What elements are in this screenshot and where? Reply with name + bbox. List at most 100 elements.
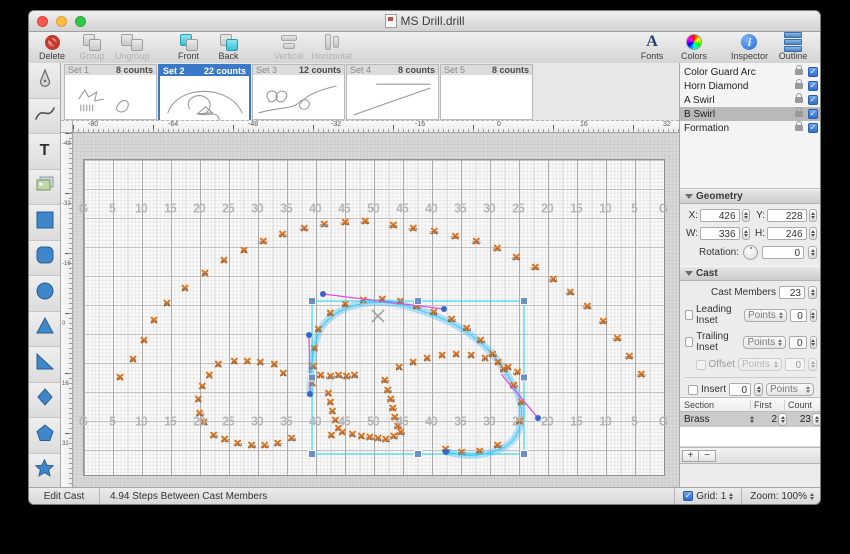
- yard-number: 45: [338, 414, 349, 429]
- star-tool[interactable]: [29, 454, 60, 490]
- yard-number: 40: [309, 201, 320, 216]
- layer-visible-checkbox[interactable]: ✓: [808, 123, 818, 133]
- lock-icon[interactable]: [795, 125, 803, 131]
- geometry-title: Geometry: [696, 191, 743, 202]
- insert-unit-popup[interactable]: Points: [766, 383, 814, 396]
- first-stepper[interactable]: [778, 413, 787, 426]
- toolbar-colors-button[interactable]: Colors: [677, 33, 711, 63]
- rotation-stepper[interactable]: [808, 246, 817, 259]
- inspector-sidebar: Color Guard Arc✓Horn Diamond✓A Swirl✓B S…: [679, 63, 821, 489]
- x-field[interactable]: 426: [700, 209, 740, 222]
- rotation-dial[interactable]: [743, 245, 758, 260]
- layer-visible-checkbox[interactable]: ✓: [808, 109, 818, 119]
- grid-stepper[interactable]: [729, 493, 733, 500]
- w-field[interactable]: 336: [700, 227, 740, 240]
- y-field[interactable]: 228: [767, 209, 807, 222]
- grid-checkbox[interactable]: ✓: [683, 491, 693, 501]
- offset-stepper[interactable]: [808, 358, 817, 371]
- leading-inset-checkbox[interactable]: [685, 310, 693, 320]
- grid-segment[interactable]: ✓ Grid: 1: [674, 488, 741, 504]
- drill-canvas[interactable]: -80-64-48-32-1601632 -48-32-1601632 G1G2…: [61, 121, 679, 489]
- zoom-button[interactable]: [75, 16, 86, 27]
- curve-tool[interactable]: [29, 99, 60, 135]
- canvas-view[interactable]: G1G2G3G4G5G6G7G8G9G10G11G12G13G14G15G16G…: [73, 133, 679, 489]
- lock-icon[interactable]: [795, 69, 803, 75]
- toolbar-outline-button[interactable]: Outline: [776, 33, 810, 63]
- table-row[interactable]: Brass 2 23: [680, 412, 821, 427]
- insert-field[interactable]: 0: [729, 383, 751, 396]
- toolbar-front-button[interactable]: Front: [172, 33, 206, 63]
- right-triangle-tool[interactable]: [29, 347, 60, 383]
- lock-icon[interactable]: [795, 83, 803, 89]
- lock-icon[interactable]: [795, 111, 803, 117]
- toolbar-fonts-button[interactable]: AFonts: [635, 33, 669, 63]
- offset-checkbox[interactable]: [696, 360, 706, 370]
- layer-visible-checkbox[interactable]: ✓: [808, 95, 818, 105]
- center-column: Set 18 countsSet 222 countsSet 312 count…: [61, 63, 679, 489]
- close-button[interactable]: [37, 16, 48, 27]
- diamond-tool[interactable]: [29, 383, 60, 419]
- trailing-inset-field[interactable]: 0: [789, 336, 806, 349]
- x-stepper[interactable]: [742, 209, 750, 222]
- ruler-label: -64: [168, 121, 178, 128]
- images-tool[interactable]: [29, 170, 60, 206]
- rotation-field[interactable]: 0: [762, 246, 804, 259]
- leading-inset-unit-popup[interactable]: Points: [744, 309, 787, 322]
- yard-number: 20: [541, 414, 552, 429]
- layer-row-horn-diamond[interactable]: Horn Diamond✓: [680, 79, 821, 93]
- minimize-button[interactable]: [56, 16, 67, 27]
- triangle-tool[interactable]: [29, 312, 60, 348]
- trailing-inset-checkbox[interactable]: [685, 337, 693, 347]
- geometry-section-header[interactable]: Geometry: [680, 189, 821, 204]
- set-card-5[interactable]: Set 58 counts: [440, 64, 533, 120]
- yard-number: G: [659, 414, 667, 429]
- leading-inset-stepper[interactable]: [810, 309, 817, 322]
- toolbar-inspector-button[interactable]: iInspector: [731, 33, 768, 63]
- count-stepper[interactable]: [812, 413, 821, 426]
- set-card-3[interactable]: Set 312 counts: [252, 64, 345, 120]
- set-card-4[interactable]: Set 48 counts: [346, 64, 439, 120]
- zoom-segment[interactable]: Zoom: 100%: [741, 488, 821, 504]
- set-card-2[interactable]: Set 222 counts: [158, 64, 251, 120]
- layer-visible-checkbox[interactable]: ✓: [808, 81, 818, 91]
- cast-members-label: Cast Members: [711, 287, 776, 298]
- count-value: 23: [800, 414, 811, 425]
- layer-row-a-swirl[interactable]: A Swirl✓: [680, 93, 821, 107]
- pentagon-tool[interactable]: [29, 418, 60, 454]
- h-field[interactable]: 246: [767, 227, 807, 240]
- square-tool[interactable]: [29, 205, 60, 241]
- y-stepper[interactable]: [809, 209, 817, 222]
- toolbar-back-button[interactable]: Back: [212, 33, 246, 63]
- offset-field[interactable]: 0: [785, 358, 805, 371]
- cast-members-stepper[interactable]: [808, 286, 817, 299]
- layer-row-b-swirl[interactable]: B Swirl✓: [680, 107, 821, 121]
- insert-checkbox[interactable]: [688, 385, 698, 395]
- trailing-inset-stepper[interactable]: [810, 336, 817, 349]
- leading-inset-field[interactable]: 0: [790, 309, 807, 322]
- edit-mode-segment[interactable]: Edit Cast: [29, 488, 100, 504]
- toolbar-ungroup-button: Ungroup: [115, 33, 150, 63]
- trailing-inset-unit-popup[interactable]: Points: [743, 336, 786, 349]
- add-section-button[interactable]: +: [682, 450, 699, 462]
- offset-unit-popup[interactable]: Points: [738, 358, 782, 371]
- set-card-1[interactable]: Set 18 counts: [64, 64, 157, 120]
- layer-row-color-guard-arc[interactable]: Color Guard Arc✓: [680, 65, 821, 79]
- rounded-square-tool[interactable]: [29, 241, 60, 277]
- remove-section-button[interactable]: −: [699, 450, 716, 462]
- cast-section-header[interactable]: Cast: [680, 266, 821, 281]
- w-stepper[interactable]: [742, 227, 750, 240]
- circle-tool[interactable]: [29, 276, 60, 312]
- layer-visible-checkbox[interactable]: ✓: [808, 67, 818, 77]
- zoom-stepper[interactable]: [810, 493, 814, 500]
- h-stepper[interactable]: [809, 227, 817, 240]
- lock-icon[interactable]: [795, 97, 803, 103]
- yard-number: G: [79, 414, 87, 429]
- yard-number: 5: [631, 201, 637, 216]
- yard-number: 15: [570, 201, 581, 216]
- toolbar-delete-button[interactable]: Delete: [35, 33, 69, 63]
- insert-stepper[interactable]: [754, 383, 763, 396]
- cast-members-field[interactable]: 23: [779, 286, 805, 299]
- pen-tool[interactable]: [29, 63, 60, 99]
- text-tool[interactable]: T: [29, 134, 60, 170]
- layer-row-formation[interactable]: Formation✓: [680, 121, 821, 135]
